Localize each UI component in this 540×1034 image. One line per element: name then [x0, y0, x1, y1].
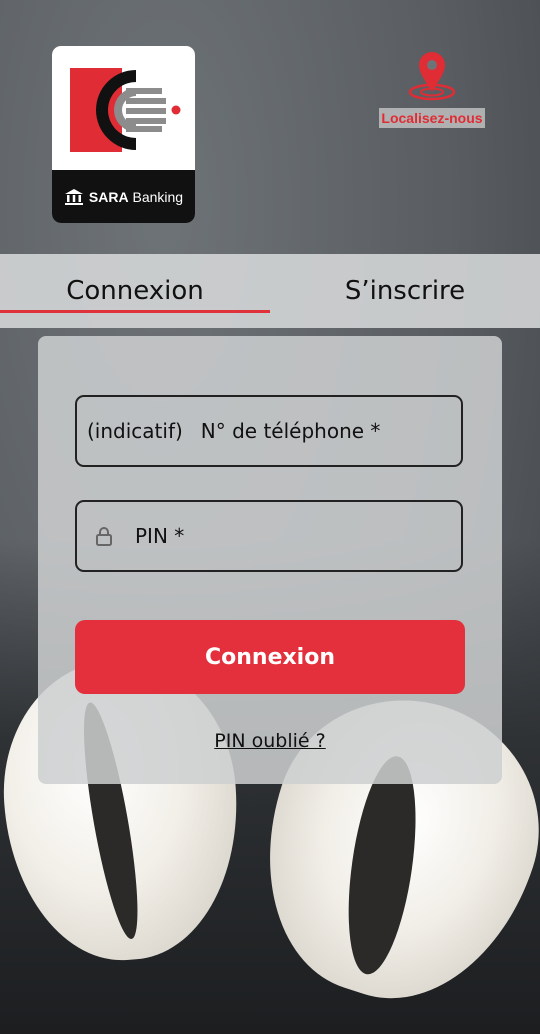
- phone-number-field[interactable]: (indicatif) N° de téléphone *: [75, 395, 463, 467]
- tab-sinscrire[interactable]: S’inscrire: [270, 254, 540, 328]
- login-form-card: (indicatif) N° de téléphone * PIN * Conn…: [38, 336, 502, 784]
- location-pin-icon: [408, 52, 456, 101]
- tab-connexion[interactable]: Connexion: [0, 254, 270, 328]
- lock-icon: [96, 527, 112, 546]
- country-code-prefix[interactable]: (indicatif): [87, 419, 183, 443]
- sara-logo-mark: [70, 68, 181, 152]
- logo-wordmark-regular: Banking: [128, 188, 184, 205]
- logo-wordmark: SARA Banking: [89, 189, 183, 205]
- logo-wordmark-band: SARA Banking: [52, 170, 195, 223]
- login-button[interactable]: Connexion: [75, 620, 465, 694]
- active-tab-indicator: [0, 310, 270, 313]
- locate-us-label: Localisez-nous: [379, 108, 485, 128]
- pin-placeholder: PIN *: [135, 524, 185, 548]
- forgot-pin-link[interactable]: PIN oublié ?: [38, 730, 502, 752]
- logo-wordmark-bold: SARA: [88, 188, 129, 205]
- bank-building-icon: [64, 188, 83, 205]
- phone-number-placeholder: N° de téléphone *: [200, 419, 381, 443]
- shell-opening: [337, 752, 428, 979]
- locate-us-button[interactable]: Localisez-nous: [369, 48, 495, 132]
- pin-field[interactable]: PIN *: [75, 500, 463, 572]
- auth-tab-bar: Connexion S’inscrire: [0, 254, 540, 328]
- app-logo: SARA Banking: [52, 46, 195, 223]
